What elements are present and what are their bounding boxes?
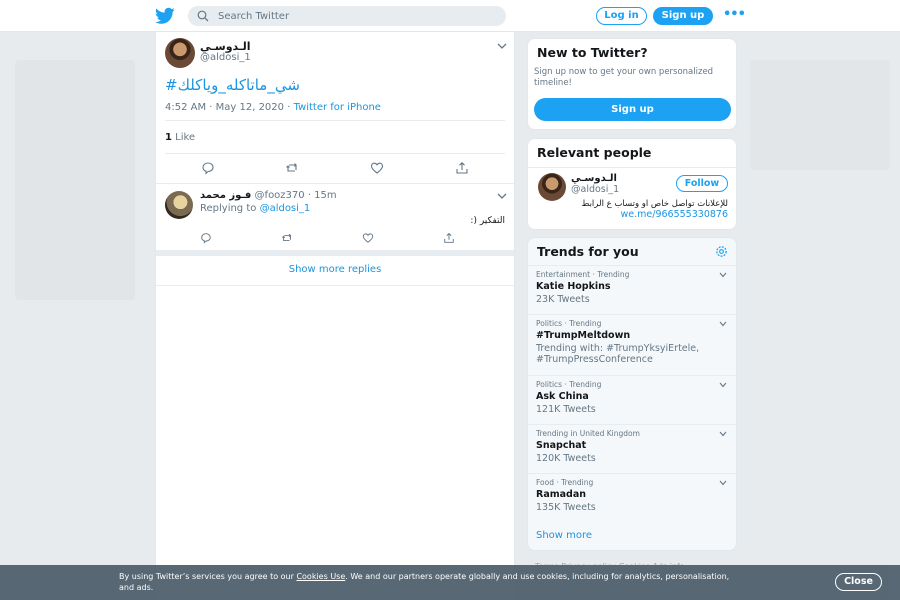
replying-to-link[interactable]: @aldosi_1	[260, 203, 311, 214]
trend-count: 121K Tweets	[536, 404, 596, 415]
replying-prefix: Replying to	[200, 203, 260, 214]
person-handle[interactable]: @aldosi_1	[571, 184, 619, 195]
trend-context: Food · Trending	[536, 478, 594, 487]
trend-count: Trending with: #TrumpYksyiErtele, #Trump…	[536, 343, 700, 365]
card-title: New to Twitter?	[537, 45, 648, 60]
tweet-time[interactable]: 4:52 AM · May 12, 2020	[165, 102, 284, 113]
trend-title: Ask China	[536, 391, 589, 402]
sign-up-button[interactable]: Sign up	[534, 98, 731, 121]
trend-title: Ramadan	[536, 489, 587, 500]
trend-count: 120K Tweets	[536, 453, 596, 464]
divider	[528, 167, 736, 168]
signup-description: Sign up now to get your own personalized…	[534, 67, 714, 88]
avatar[interactable]	[165, 191, 193, 219]
person-name[interactable]: الـدوسـي	[571, 173, 617, 184]
like-number: 1	[165, 132, 172, 143]
focused-tweet: الـدوسـي @aldosi_1 #شي_ماتاكله_وياكلك 4:…	[156, 32, 514, 182]
follow-button[interactable]: Follow	[676, 175, 728, 192]
retweet-icon[interactable]	[285, 161, 299, 175]
reply-author-handle: @fooz370	[254, 190, 305, 201]
meta-separator: ·	[284, 102, 294, 113]
show-more-replies-link[interactable]: Show more replies	[156, 256, 514, 286]
sign-up-button[interactable]: Sign up	[653, 7, 713, 25]
chevron-down-icon[interactable]	[719, 382, 727, 388]
trend-context: Trending in United Kingdom	[536, 429, 640, 438]
close-button[interactable]: Close	[835, 573, 882, 591]
trend-title: Snapchat	[536, 440, 587, 451]
search-icon	[197, 10, 209, 22]
trend-count: 135K Tweets	[536, 502, 596, 513]
reply-author-name: فـوز محمد	[200, 190, 252, 201]
trend-count: 23K Tweets	[536, 294, 590, 305]
trend-context: Entertainment · Trending	[536, 270, 630, 279]
trend-title: Katie Hopkins	[536, 281, 611, 292]
reply-author[interactable]: فـوز محمد @fooz370 · 15m	[200, 190, 337, 201]
reply-icon[interactable]	[200, 232, 212, 244]
relevant-people-card: Relevant people الـدوسـي @aldosi_1 Follo…	[527, 138, 737, 230]
search-bar[interactable]	[188, 6, 506, 26]
avatar[interactable]	[165, 38, 195, 68]
gear-icon[interactable]	[715, 245, 728, 258]
retweet-icon[interactable]	[281, 232, 293, 244]
cookie-banner-text: By using Twitter’s services you agree to…	[119, 571, 739, 593]
twitter-logo-icon[interactable]	[155, 7, 175, 25]
card-title: Relevant people	[537, 145, 652, 160]
replying-to: Replying to @aldosi_1	[200, 203, 310, 214]
chevron-down-icon[interactable]	[719, 480, 727, 486]
cookie-banner: By using Twitter’s services you agree to…	[0, 565, 900, 600]
divider	[165, 153, 505, 154]
top-navigation-bar: Log in Sign up •••	[0, 0, 900, 32]
tweet-hashtag[interactable]: #شي_ماتاكله_وياكلك	[165, 76, 300, 94]
chevron-down-icon[interactable]	[497, 192, 507, 200]
show-more-trends-link[interactable]: Show more	[536, 530, 592, 541]
trend-item[interactable]: Trending in United Kingdom Snapchat 120K…	[528, 424, 736, 473]
trend-context: Politics · Trending	[536, 319, 602, 328]
tweet-author-handle[interactable]: @aldosi_1	[200, 52, 251, 63]
trend-item[interactable]: Entertainment · Trending Katie Hopkins 2…	[528, 265, 736, 314]
reply-text: التفكير (:	[470, 216, 505, 226]
like-icon[interactable]	[370, 161, 384, 175]
log-in-button[interactable]: Log in	[596, 7, 647, 25]
main-timeline-column: الـدوسـي @aldosi_1 #شي_ماتاكله_وياكلك 4:…	[155, 32, 515, 600]
share-icon[interactable]	[443, 232, 455, 244]
trends-card: Trends for you Entertainment · Trending …	[527, 237, 737, 551]
chevron-down-icon[interactable]	[719, 431, 727, 437]
more-options-icon[interactable]: •••	[723, 8, 746, 22]
person-bio-link[interactable]: we.me/966555330876	[621, 209, 728, 220]
trend-item[interactable]: Politics · Trending #TrumpMeltdown Trend…	[528, 314, 736, 375]
tweet-source[interactable]: Twitter for iPhone	[294, 102, 381, 113]
chevron-down-icon[interactable]	[719, 272, 727, 278]
trend-item[interactable]: Food · Trending Ramadan 135K Tweets	[528, 473, 736, 522]
avatar[interactable]	[538, 173, 566, 201]
like-icon[interactable]	[362, 232, 374, 244]
new-to-twitter-card: New to Twitter? Sign up now to get your …	[527, 38, 737, 130]
cookies-use-link[interactable]: Cookies Use	[296, 572, 345, 581]
card-title: Trends for you	[537, 244, 639, 259]
tweet-timestamp: 4:52 AM · May 12, 2020 · Twitter for iPh…	[165, 102, 381, 113]
cookie-text-before: By using Twitter’s services you agree to…	[119, 572, 297, 581]
reply-time: · 15m	[304, 190, 337, 201]
trend-context: Politics · Trending	[536, 380, 602, 389]
chevron-down-icon[interactable]	[719, 321, 727, 327]
share-icon[interactable]	[455, 161, 469, 175]
reply-tweet[interactable]: فـوز محمد @fooz370 · 15m Replying to @al…	[156, 183, 514, 251]
like-count[interactable]: 1 Like	[165, 132, 195, 143]
chevron-down-icon[interactable]	[497, 42, 507, 50]
divider	[165, 120, 505, 121]
reply-icon[interactable]	[201, 161, 215, 175]
trend-title: #TrumpMeltdown	[536, 330, 631, 341]
search-input[interactable]	[218, 8, 488, 24]
trend-item[interactable]: Politics · Trending Ask China 121K Tweet…	[528, 375, 736, 424]
background-blur	[750, 60, 890, 170]
like-label: Like	[171, 132, 196, 143]
background-blur	[15, 60, 135, 300]
